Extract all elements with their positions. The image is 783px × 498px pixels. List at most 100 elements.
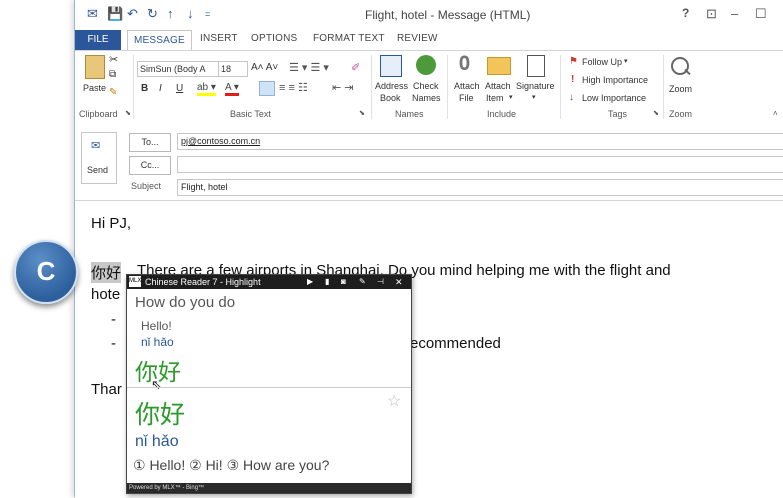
play-icon[interactable]: ▶ (307, 275, 313, 289)
tab-insert[interactable]: INSERT (200, 33, 238, 44)
tags-group-label: Tags (608, 109, 628, 119)
star-icon[interactable]: ☆ (387, 391, 401, 411)
address-book-label-1[interactable]: Address (375, 81, 408, 91)
greeting-text: Hi PJ, (91, 215, 132, 232)
tab-message[interactable]: MESSAGE (127, 30, 192, 51)
pin-icon[interactable]: ⊣ (377, 275, 384, 289)
highlighted-word[interactable]: 你好 (91, 262, 122, 283)
address-book-icon[interactable] (380, 55, 402, 77)
cc-button[interactable]: Cc... (129, 156, 171, 175)
underline-button[interactable]: U (176, 83, 183, 94)
font-name-box[interactable]: SimSun (Body A (137, 61, 219, 77)
basic-text-group-label: Basic Text (230, 109, 271, 119)
clear-formatting-icon[interactable]: ✐ (351, 61, 360, 74)
chevron-down-icon[interactable]: ▾ (532, 93, 536, 101)
indent-icon[interactable]: ⇤ ⇥ (332, 81, 354, 94)
address-book-label-2[interactable]: Book (380, 93, 401, 103)
body-line-4: ecommended (410, 335, 501, 352)
pinyin-large: nǐ hǎo (135, 433, 179, 450)
undo-icon[interactable]: ↶ (127, 6, 138, 22)
popup-footer: Powered by MLX™ - Bing™ (127, 483, 411, 493)
format-painter-icon[interactable]: ✎ (109, 87, 117, 98)
tab-review[interactable]: REVIEW (397, 33, 438, 44)
high-importance-icon: ! (571, 74, 575, 85)
subject-label: Subject (131, 181, 162, 191)
paste-icon[interactable] (85, 55, 105, 79)
settings-icon[interactable]: ✎ (359, 275, 366, 289)
title-bar: ✉ 💾 ↶ ↻ ↑ ↓ = Flight, hotel - Message (H… (75, 0, 783, 30)
chevron-down-icon[interactable]: ▾ (509, 93, 513, 101)
follow-up-button[interactable]: Follow Up (582, 57, 622, 67)
attach-file-label-2[interactable]: File (459, 93, 474, 103)
ribbon: Paste ✂ ⧉ ✎ Clipboard ⬊ SimSun (Body A 1… (75, 50, 783, 124)
attach-file-label-1[interactable]: Attach (454, 81, 480, 91)
bold-button[interactable]: B (141, 83, 148, 94)
ribbon-display-button[interactable]: ⊡ (706, 6, 717, 22)
up-arrow-icon[interactable]: ↑ (167, 6, 174, 21)
minimize-button[interactable]: – (731, 6, 738, 21)
zoom-group-label: Zoom (669, 109, 693, 119)
tags-launcher-icon[interactable]: ⬊ (653, 109, 659, 117)
align-center-icon[interactable]: ≡ ≡ ☷ (279, 81, 308, 94)
document-icon[interactable]: ▮ (325, 275, 329, 289)
signature-button[interactable]: Signature (516, 81, 555, 91)
camera-icon[interactable]: ◙ (341, 275, 346, 289)
zoom-button[interactable]: Zoom (669, 84, 692, 94)
magnifier-handle (684, 68, 691, 76)
ribbon-tabs: FILE MESSAGE INSERT OPTIONS FORMAT TEXT … (75, 30, 783, 51)
bullets-icon[interactable]: ☰ ▾ ☰ ▾ (289, 61, 329, 74)
down-arrow-icon[interactable]: ↓ (187, 6, 194, 21)
app-logo-icon: MLX (129, 276, 141, 287)
cc-field[interactable] (177, 156, 783, 173)
divider (447, 55, 448, 119)
low-importance-button[interactable]: Low Importance (582, 93, 646, 103)
alt-translation: Hello! (141, 319, 172, 333)
cut-icon[interactable]: ✂ (109, 53, 118, 66)
tab-format-text[interactable]: FORMAT TEXT (313, 33, 385, 44)
align-left-icon[interactable] (259, 81, 275, 96)
tab-options[interactable]: OPTIONS (251, 33, 297, 44)
to-button[interactable]: To... (129, 133, 171, 152)
redo-icon[interactable]: ↻ (147, 6, 158, 22)
copy-icon[interactable]: ⧉ (109, 69, 116, 80)
grow-font-icon[interactable]: A˄ A˅ (251, 62, 278, 73)
font-color-icon[interactable]: A ▾ (225, 82, 239, 96)
divider (371, 55, 372, 119)
save-icon[interactable]: 💾 (107, 6, 123, 22)
italic-button[interactable]: I (159, 83, 162, 94)
flag-icon: ⚑ (569, 56, 578, 67)
to-field[interactable]: pj@contoso.com.cn (177, 133, 783, 150)
attach-item-label-2[interactable]: Item (486, 93, 504, 103)
subject-field[interactable]: Flight, hotel (177, 179, 783, 196)
chevron-down-icon[interactable]: ▾ (624, 57, 628, 65)
high-importance-button[interactable]: High Importance (582, 75, 648, 85)
mail-icon[interactable]: ✉ (87, 6, 98, 22)
paperclip-icon[interactable]: 𝟎 (459, 53, 470, 76)
names-group-label: Names (395, 109, 424, 119)
check-names-icon[interactable] (416, 55, 436, 75)
chinese-reader-popup: MLX Chinese Reader 7 - Highlight ▶ ▮ ◙ ✎… (126, 274, 412, 494)
collapse-ribbon-icon[interactable]: ˄ (773, 109, 778, 118)
help-button[interactable]: ? (682, 6, 689, 20)
clipboard-launcher-icon[interactable]: ⬊ (125, 109, 131, 117)
thanks-text: Thar (91, 381, 122, 398)
font-size-box[interactable]: 18 (218, 61, 248, 77)
attach-item-icon[interactable] (487, 57, 511, 75)
message-header: ✉ Send To... pj@contoso.com.cn Cc... Sub… (75, 123, 783, 197)
close-icon[interactable]: ✕ (395, 275, 403, 289)
tab-file[interactable]: FILE (75, 30, 121, 50)
maximize-button[interactable]: ☐ (755, 6, 767, 22)
signature-icon[interactable] (527, 55, 545, 77)
paste-button[interactable]: Paste (83, 83, 106, 93)
send-button[interactable]: ✉ Send (81, 132, 117, 184)
highlight-icon[interactable]: ab ▾ (197, 82, 216, 96)
attach-item-label-1[interactable]: Attach (485, 81, 511, 91)
check-names-label-2[interactable]: Names (412, 93, 441, 103)
clipboard-group-label: Clipboard (79, 109, 118, 119)
popup-title-bar: MLX Chinese Reader 7 - Highlight ▶ ▮ ◙ ✎… (127, 275, 411, 289)
check-names-label-1[interactable]: Check (413, 81, 439, 91)
basic-text-launcher-icon[interactable]: ⬊ (359, 109, 365, 117)
customize-qat-icon[interactable]: = (205, 9, 210, 19)
divider (663, 55, 664, 119)
popup-divider (127, 387, 411, 388)
